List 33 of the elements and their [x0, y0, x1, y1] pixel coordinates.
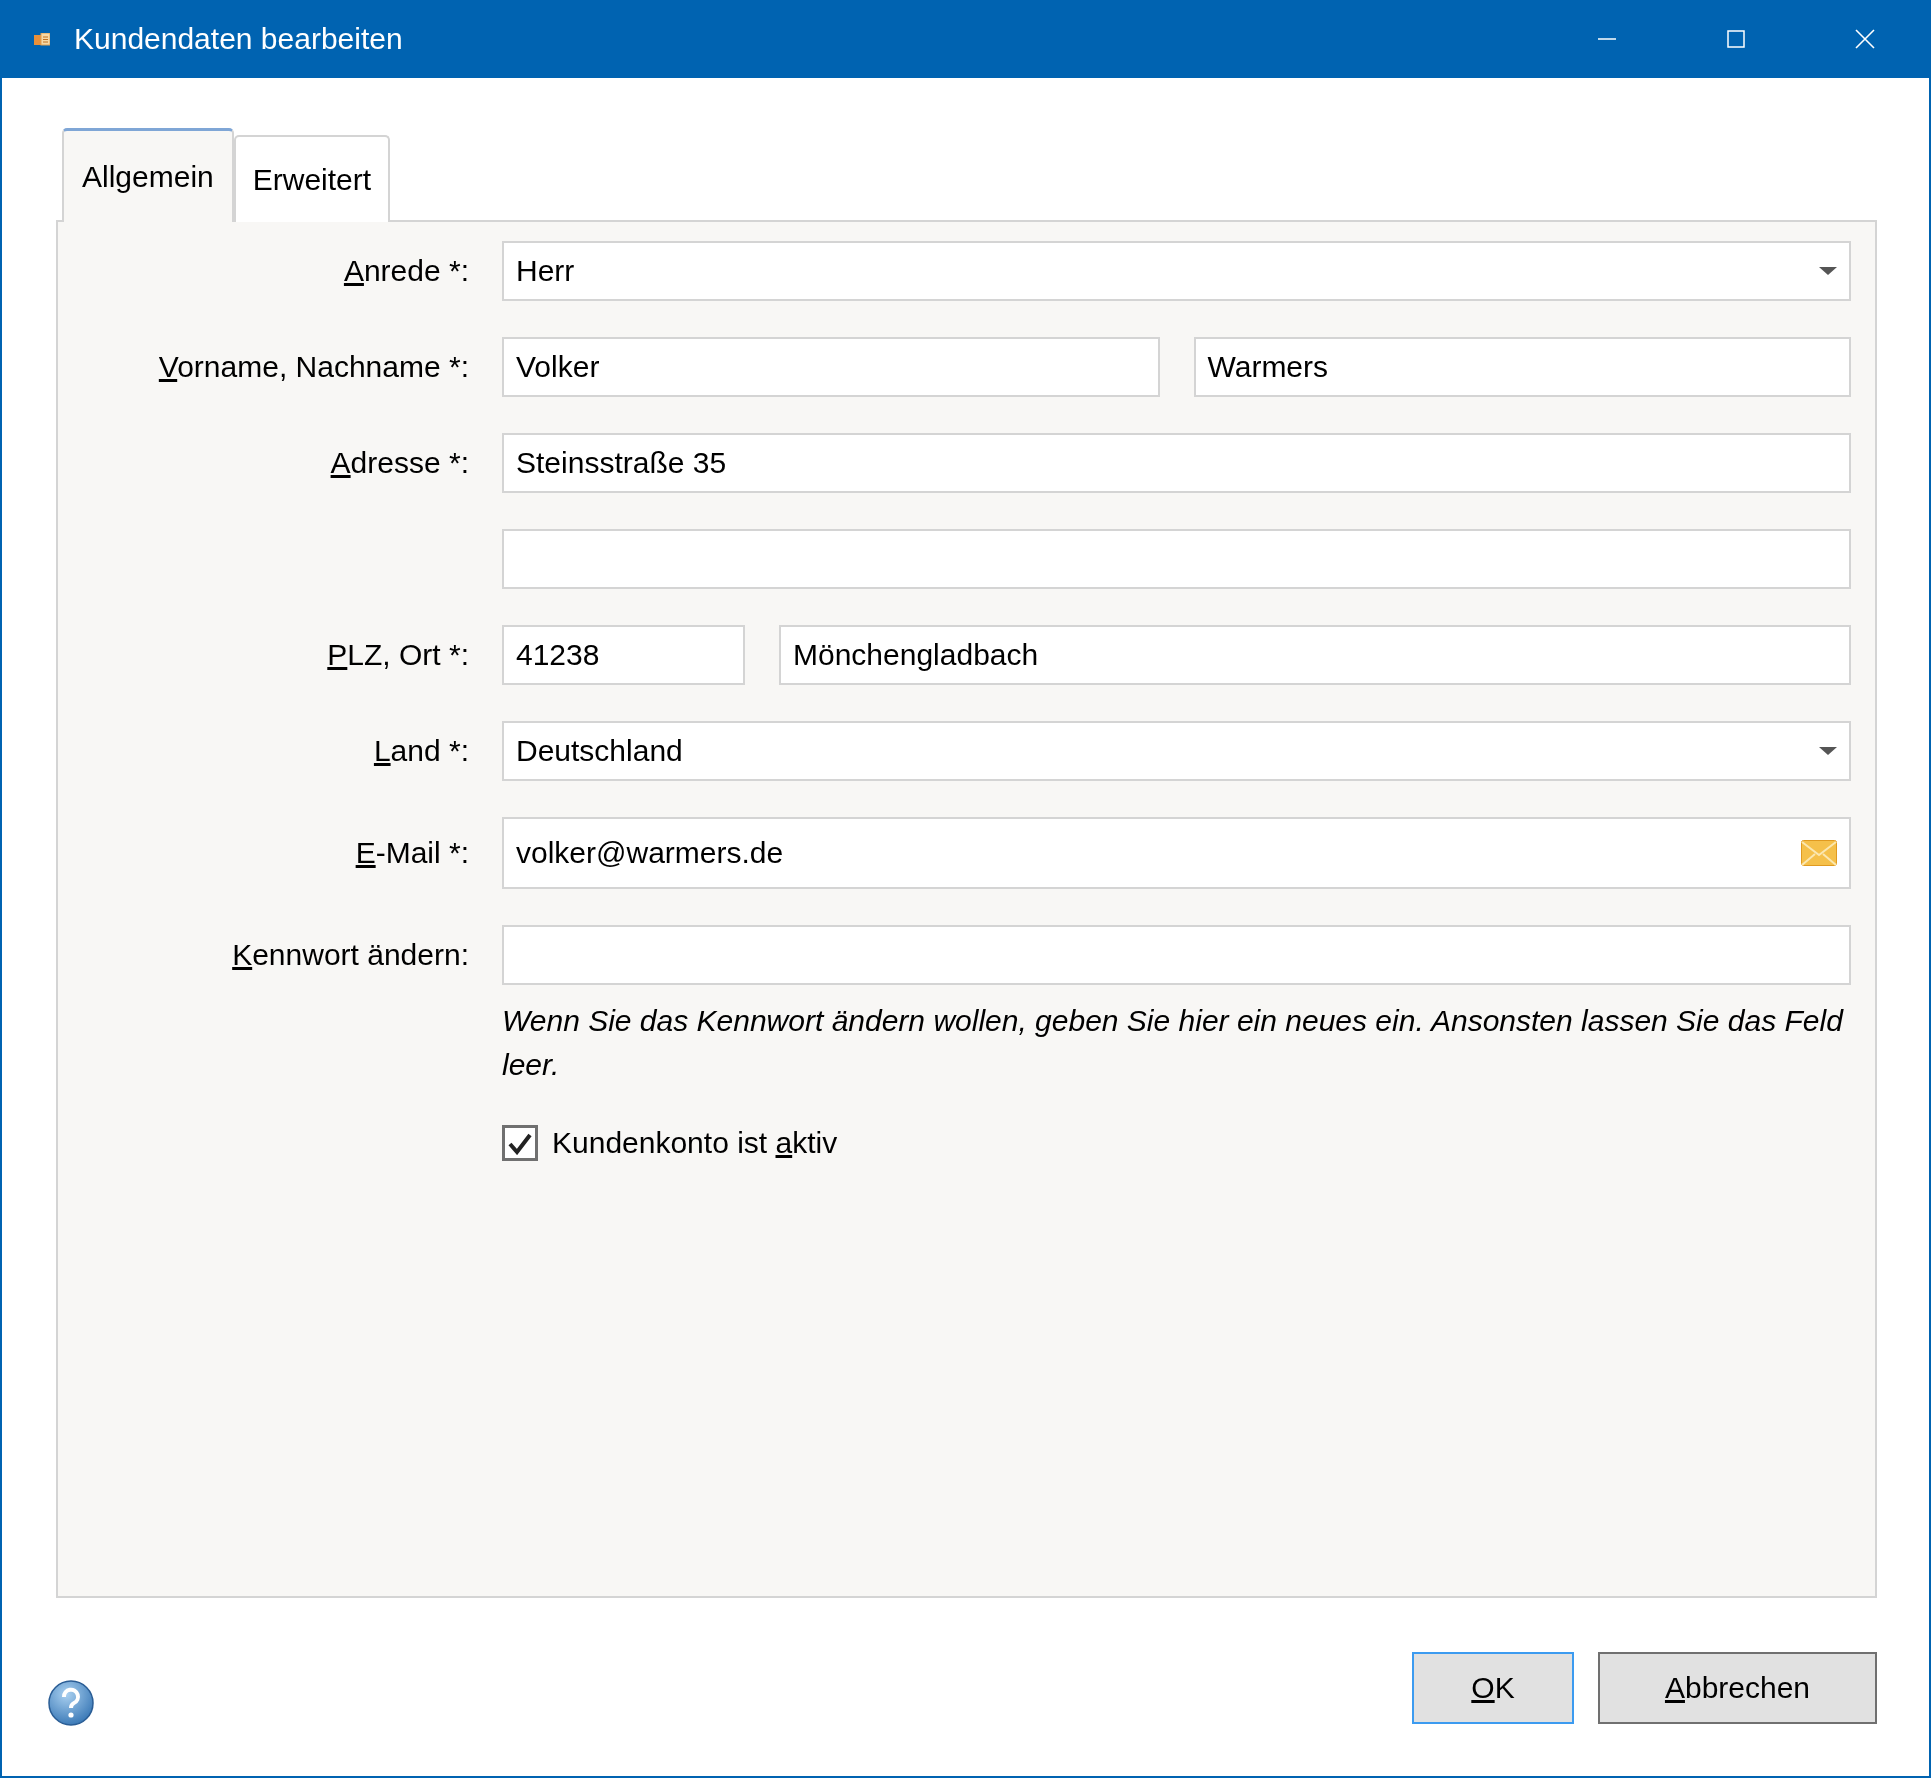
field-label: Adresse *:: [329, 446, 469, 480]
field-label: E-Mail *:: [354, 836, 469, 870]
caret-icon: [1819, 747, 1837, 755]
close-icon: [1854, 29, 1875, 49]
field-label: Anrede *:: [342, 254, 469, 288]
dialog-button[interactable]: OK: [1412, 1652, 1574, 1724]
envelope-icon: [1801, 840, 1837, 866]
text-field[interactable]: Warmers: [1193, 337, 1851, 397]
tab[interactable]: Allgemein: [62, 128, 234, 222]
field-label: PLZ, Ort *:: [326, 638, 469, 672]
text-field[interactable]: Steinsstraße 35: [502, 433, 1851, 493]
email-field[interactable]: volker@warmers.de: [502, 817, 1851, 889]
minimize-icon: [1597, 38, 1616, 40]
dialog-button[interactable]: Abbrechen: [1598, 1652, 1877, 1724]
text-field[interactable]: [502, 529, 1851, 589]
help-icon: [48, 1680, 94, 1726]
maximize-icon: [1726, 30, 1745, 48]
window-title: Kundendaten bearbeiten: [74, 22, 403, 56]
dropdown[interactable]: Deutschland: [502, 721, 1851, 781]
field-label: Vorname, Nachname *:: [157, 350, 469, 384]
dropdown[interactable]: Herr: [502, 241, 1851, 301]
city-field[interactable]: Mönchengladbach: [779, 625, 1851, 685]
text-field[interactable]: Volker: [502, 337, 1160, 397]
field-label: Kennwort ändern:: [231, 938, 469, 972]
caret-icon: [1819, 267, 1837, 275]
tab[interactable]: Erweitert: [233, 135, 391, 222]
app-icon: [34, 32, 50, 46]
active-account-checkbox[interactable]: Kundenkonto ist aktiv: [502, 1125, 838, 1161]
password-field[interactable]: [502, 925, 1851, 985]
hint-text: Wenn Sie das Kennwort ändern wollen, geben Sie hier ein neues ein. Ansonsten lassen Sie das Feld leer.: [502, 1003, 1845, 1083]
field-label: Land *:: [372, 734, 469, 768]
postal-code-field[interactable]: 41238: [502, 625, 745, 685]
checkmark-icon: [508, 1131, 532, 1155]
